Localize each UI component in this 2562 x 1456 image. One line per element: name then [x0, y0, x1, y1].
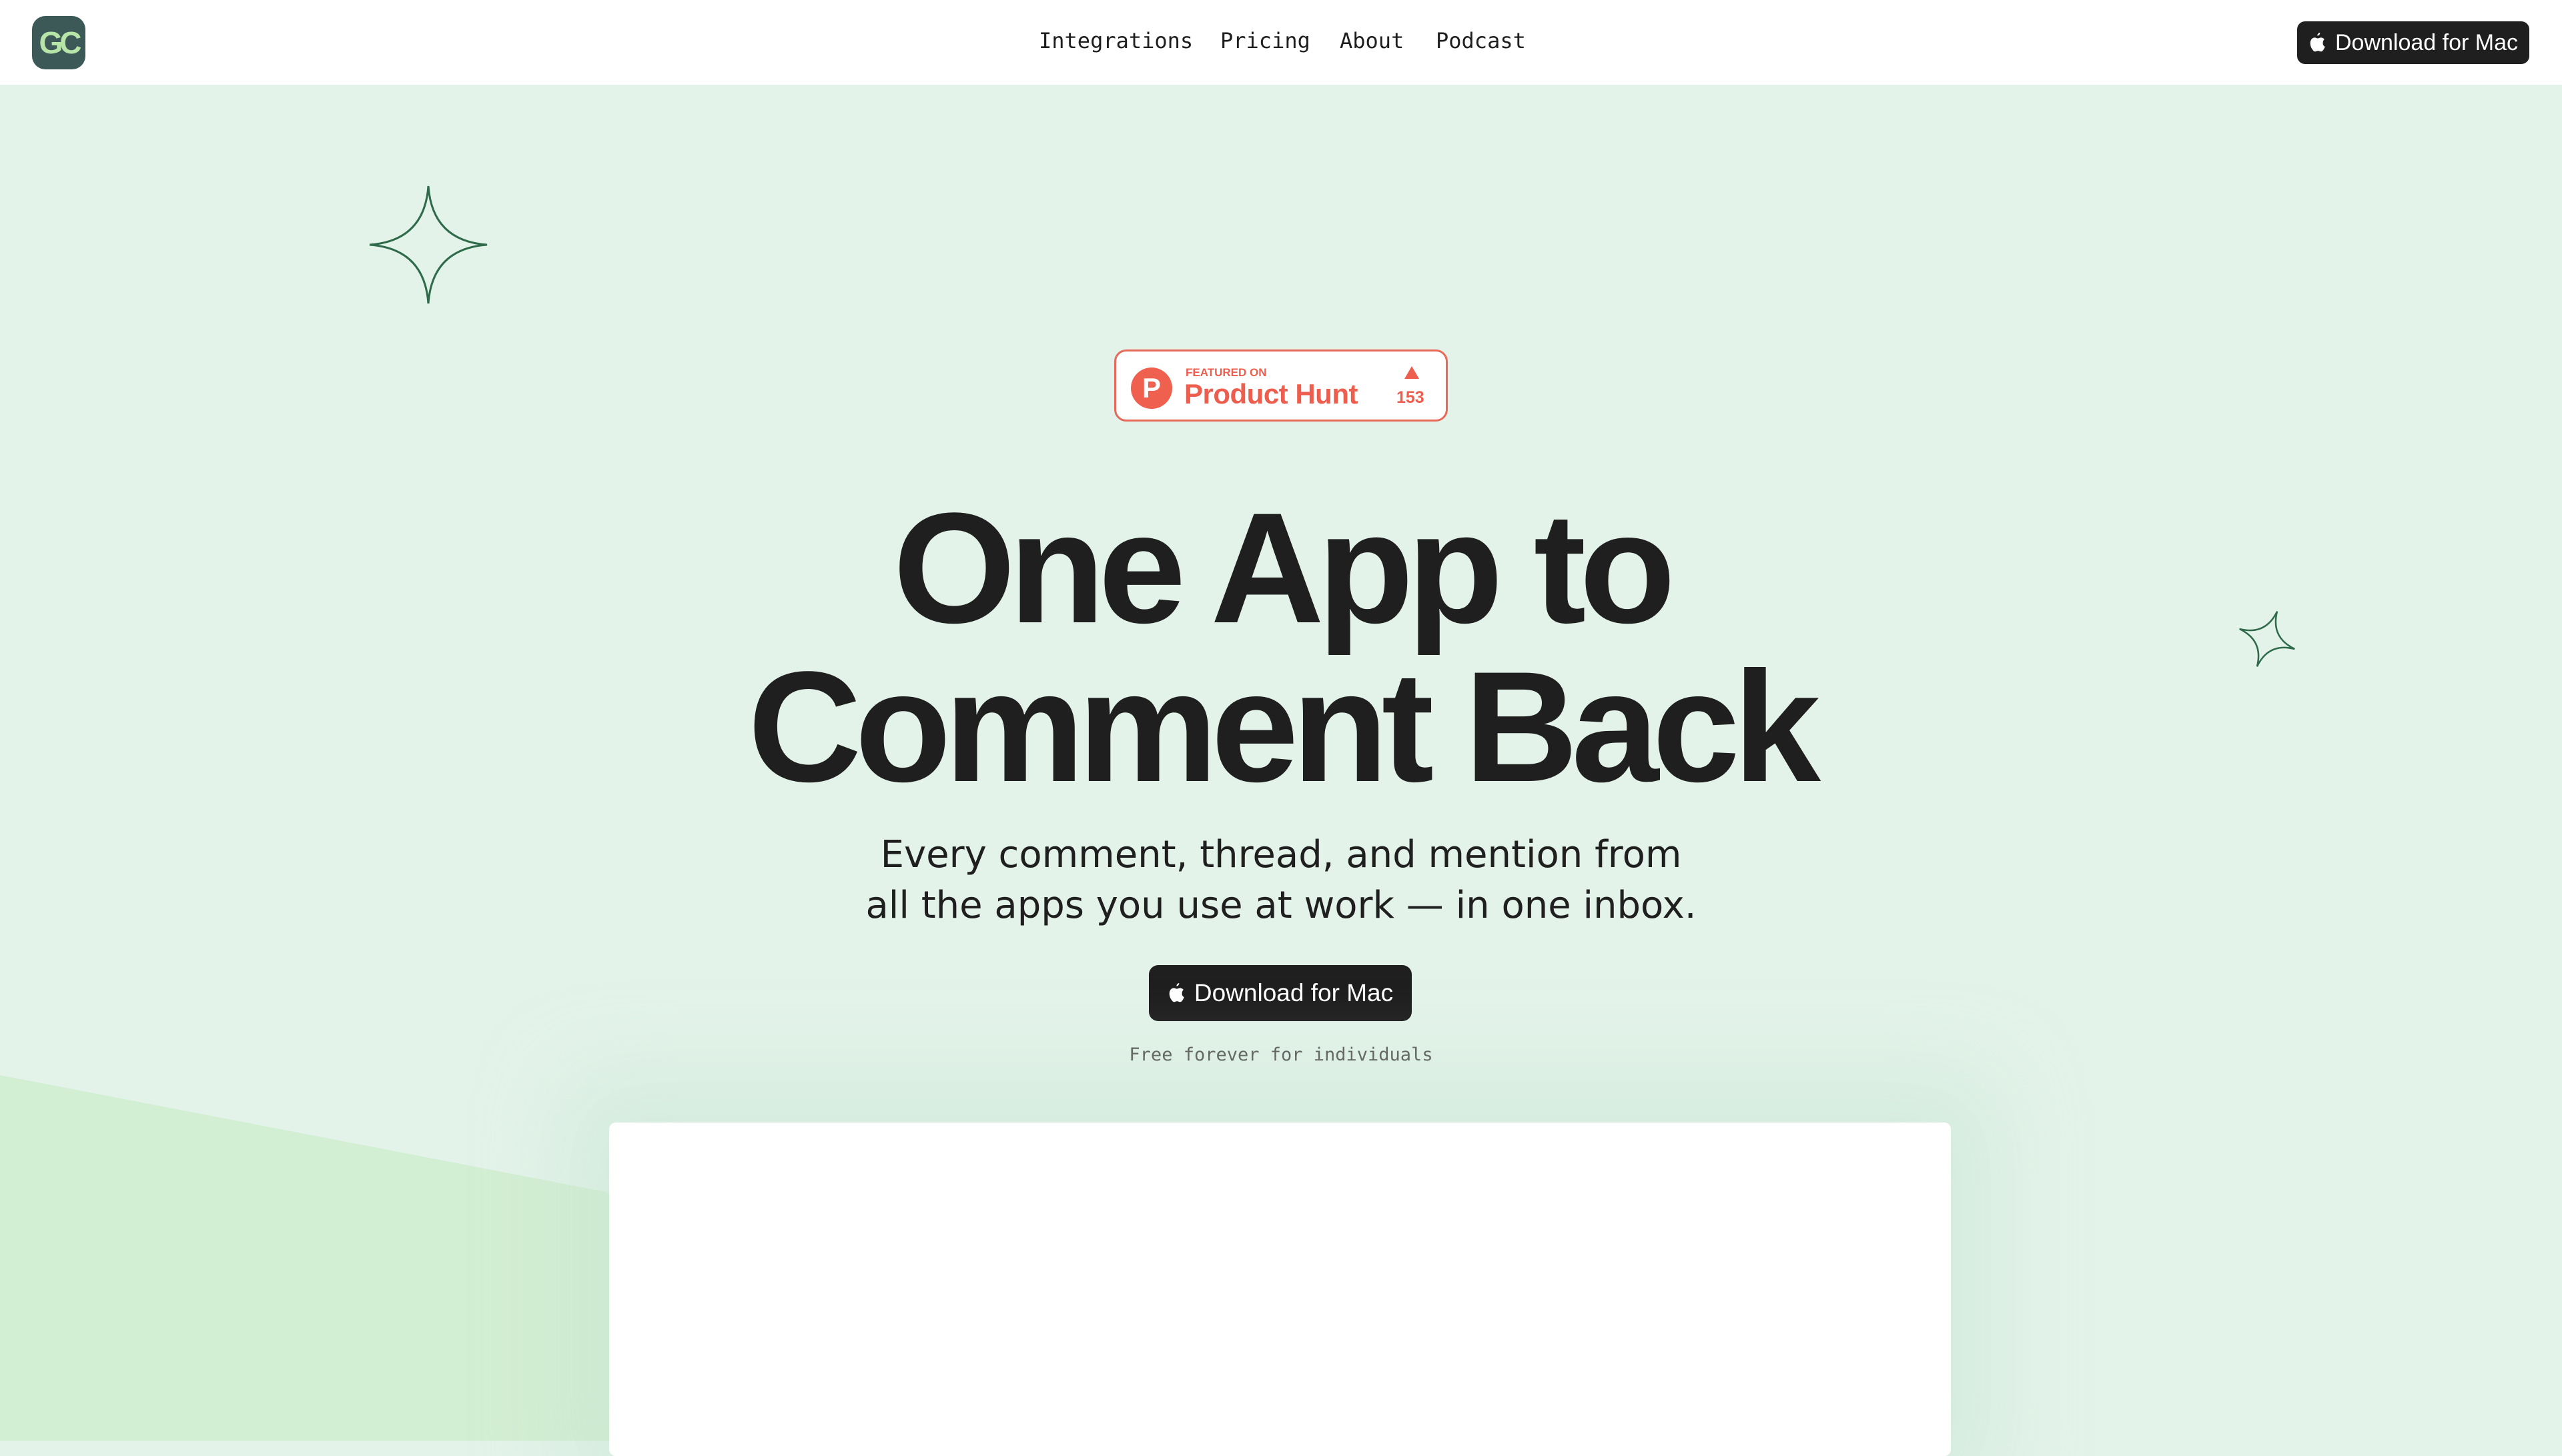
hero-title: One App to Comment Back — [0, 489, 2562, 806]
badge-featured-on: FEATURED ON — [1186, 366, 1267, 379]
nav-pricing[interactable]: Pricing — [1220, 28, 1310, 53]
hero-title-line1: One App to — [893, 480, 1676, 656]
apple-icon — [2310, 33, 2325, 52]
badge-name: Product Hunt — [1184, 378, 1358, 410]
apple-icon — [1169, 983, 1184, 1002]
logo[interactable]: GC — [32, 16, 85, 69]
hero-title-line2: Comment Back — [747, 639, 1821, 815]
product-hunt-icon: P — [1131, 368, 1172, 409]
hero-download-button[interactable]: Download for Mac — [1149, 965, 1412, 1021]
hero-subtitle-line1: Every comment, thread, and mention from — [880, 833, 1682, 876]
pricing-note: Free forever for individuals — [1129, 1044, 1433, 1065]
app-preview-card — [609, 1123, 1951, 1456]
top-nav: GC Integrations Pricing About Podcast Do… — [0, 0, 2562, 85]
header-download-button[interactable]: Download for Mac — [2297, 21, 2529, 64]
sparkle-icon — [369, 185, 488, 304]
product-hunt-badge[interactable]: P FEATURED ON Product Hunt 153 — [1114, 349, 1448, 422]
hero-subtitle: Every comment, thread, and mention from a… — [0, 830, 2562, 931]
upvote-icon — [1404, 366, 1419, 379]
hero-subtitle-line2: all the apps you use at work — in one in… — [865, 884, 1697, 927]
nav-about[interactable]: About — [1340, 28, 1404, 53]
badge-upvote-count: 153 — [1396, 388, 1424, 407]
nav-podcast[interactable]: Podcast — [1436, 28, 1526, 53]
nav-integrations[interactable]: Integrations — [1039, 28, 1193, 53]
header-download-label: Download for Mac — [2334, 29, 2518, 55]
hero-download-label: Download for Mac — [1194, 979, 1394, 1006]
